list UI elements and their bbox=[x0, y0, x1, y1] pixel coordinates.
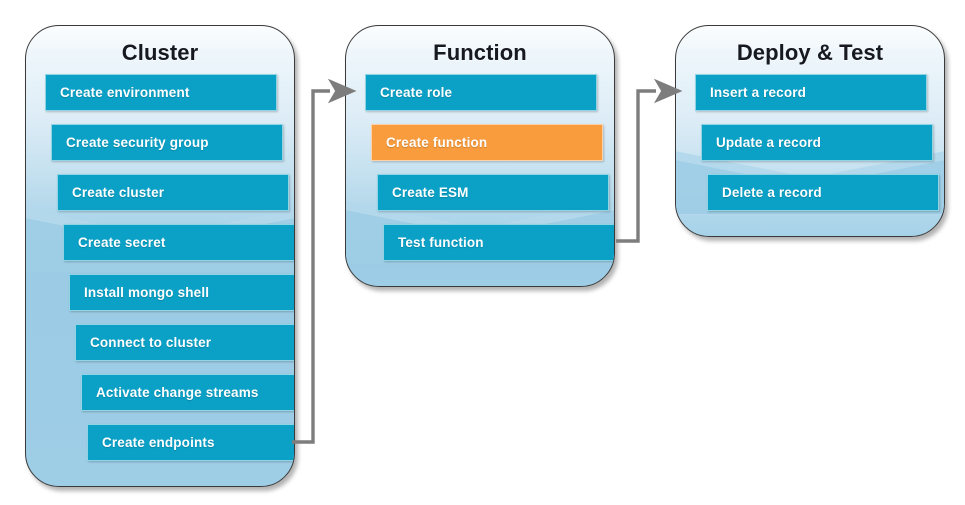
step-label: Update a record bbox=[716, 135, 822, 150]
step-box[interactable]: Connect to cluster bbox=[75, 324, 294, 361]
step-label: Activate change streams bbox=[96, 385, 259, 400]
step-box[interactable]: Create security group bbox=[51, 124, 283, 161]
panel-title-cluster: Cluster bbox=[121, 40, 199, 65]
step-box[interactable]: Delete a record bbox=[707, 174, 939, 211]
step-label: Install mongo shell bbox=[84, 285, 210, 300]
step-box[interactable]: Create role bbox=[365, 74, 597, 111]
panel-title-function: Function bbox=[433, 40, 527, 65]
step-label: Create security group bbox=[66, 135, 209, 150]
panel-deploy-test: Deploy & Test Insert a record Update a rec… bbox=[675, 25, 945, 237]
step-label: Connect to cluster bbox=[90, 335, 212, 350]
step-box[interactable]: Create function bbox=[371, 124, 603, 161]
step-label: Create endpoints bbox=[102, 435, 215, 450]
step-box[interactable]: Insert a record bbox=[695, 74, 927, 111]
step-box[interactable]: Create secret bbox=[63, 224, 294, 261]
step-label: Insert a record bbox=[710, 85, 807, 100]
connector-arrow-cluster-to-function bbox=[292, 78, 357, 444]
step-box[interactable]: Create environment bbox=[45, 74, 277, 111]
panel-title-deploy-test: Deploy & Test bbox=[736, 40, 884, 65]
step-label: Create secret bbox=[78, 235, 166, 250]
connector-arrow-function-to-deploy-test bbox=[616, 78, 683, 243]
step-label: Delete a record bbox=[722, 185, 822, 200]
step-box[interactable]: Create ESM bbox=[377, 174, 609, 211]
step-label: Test function bbox=[398, 235, 484, 250]
step-box[interactable]: Test function bbox=[383, 224, 614, 261]
panel-inner: Function Create role Create function Create… bbox=[346, 26, 614, 286]
panel-function: Function Create role Create function Create… bbox=[345, 25, 615, 287]
step-box[interactable]: Create endpoints bbox=[87, 424, 294, 461]
step-label: Create role bbox=[380, 85, 453, 100]
step-box[interactable]: Update a record bbox=[701, 124, 933, 161]
step-label: Create ESM bbox=[392, 185, 469, 200]
step-label: Create environment bbox=[60, 85, 190, 100]
step-label: Create function bbox=[386, 135, 488, 150]
step-box[interactable]: Create cluster bbox=[57, 174, 289, 211]
diagram-canvas: Cluster Create environment Create security… bbox=[0, 0, 965, 505]
step-label: Create cluster bbox=[72, 185, 165, 200]
step-box[interactable]: Install mongo shell bbox=[69, 274, 294, 311]
panel-cluster: Cluster Create environment Create security… bbox=[25, 25, 295, 487]
step-box[interactable]: Activate change streams bbox=[81, 374, 294, 411]
panel-inner: Cluster Create environment Create security… bbox=[26, 26, 294, 486]
panel-inner: Deploy & Test Insert a record Update a rec… bbox=[676, 26, 944, 236]
